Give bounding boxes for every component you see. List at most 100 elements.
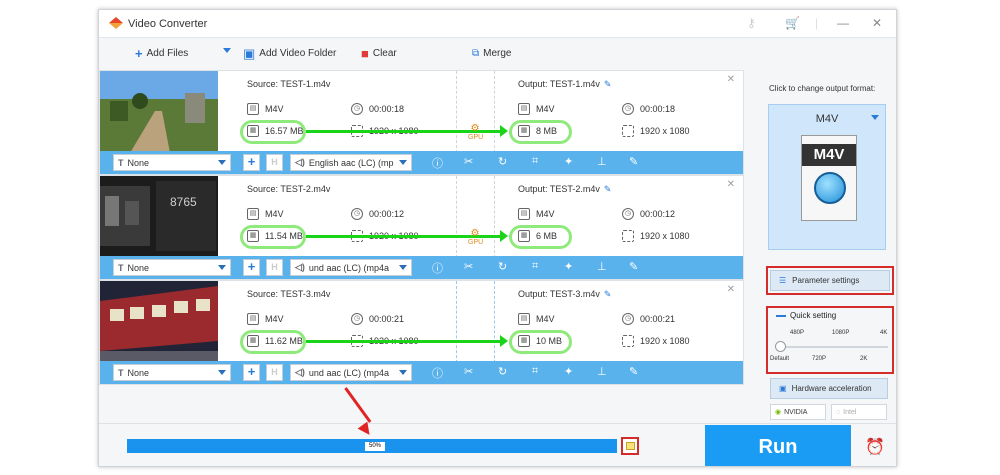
edit-subtitle-icon[interactable]: ✎ (629, 155, 638, 168)
add-files-label: Add Files (146, 48, 189, 59)
scissors-icon[interactable]: ✂ (464, 365, 473, 378)
output-filename[interactable]: Output: TEST-1.m4v ✎ (518, 79, 611, 90)
open-output-folder-button[interactable] (621, 437, 639, 455)
edit-subtitle-icon[interactable]: ✎ (629, 260, 638, 273)
watermark-stamp-icon[interactable]: ⊥ (597, 260, 607, 273)
minimize-icon[interactable]: — (837, 16, 849, 30)
nvidia-option[interactable]: ◉ NVIDIA (770, 404, 826, 420)
effects-wand-icon[interactable]: ✦ (564, 260, 573, 273)
audio-track-select[interactable]: ◁) und aac (LC) (mp4a (290, 364, 412, 381)
subtitle-select[interactable]: T None (113, 364, 231, 381)
output-format-label: Click to change output format: (769, 84, 876, 93)
clear-button[interactable]: ■ Clear (361, 47, 397, 60)
output-filename-text: Output: TEST-3.m4v (518, 289, 600, 299)
key-icon[interactable]: ⚷ (747, 16, 756, 30)
effects-wand-icon[interactable]: ✦ (564, 155, 573, 168)
merge-button[interactable]: ⧉ Merge (472, 48, 512, 59)
audio-track-select[interactable]: ◁) und aac (LC) (mp4a (290, 259, 412, 276)
add-files-dropdown-button[interactable] (223, 48, 231, 53)
file-item[interactable]: ✕ Source: TEST-3.m4v Output: TEST-3.m4v ✎… (99, 280, 744, 385)
text-icon: T (118, 157, 124, 168)
crop-icon[interactable]: ⌗ (532, 260, 538, 273)
crop-icon[interactable]: ⌗ (532, 365, 538, 378)
output-resolution[interactable]: 1920 x 1080 (622, 335, 690, 347)
file-item[interactable]: 8765 ✕ Source: TEST-2.m4v Output: TEST-2… (99, 175, 744, 280)
edit-pencil-icon[interactable]: ✎ (604, 184, 612, 195)
file-item[interactable]: ✕ Source: TEST-1.m4v Output: TEST-1.m4v ✎… (99, 70, 744, 175)
quality-slider-track[interactable] (780, 346, 888, 348)
divider (456, 281, 457, 363)
rotate-icon[interactable]: ↻ (498, 365, 507, 378)
intel-option[interactable]: ◌ Intel (831, 404, 887, 420)
add-subtitle-button[interactable]: + (243, 364, 260, 381)
rotate-icon[interactable]: ↻ (498, 260, 507, 273)
effects-wand-icon[interactable]: ✦ (564, 365, 573, 378)
run-button[interactable]: Run (705, 425, 851, 466)
subtitle-select[interactable]: T None (113, 154, 231, 171)
video-thumbnail[interactable] (100, 71, 218, 153)
audio-track-select[interactable]: ◁) English aac (LC) (mp (290, 154, 412, 171)
add-video-folder-button[interactable]: ▣ Add Video Folder (243, 47, 336, 60)
chevron-down-icon (399, 160, 407, 165)
chevron-down-icon (218, 370, 226, 375)
video-thumbnail[interactable] (100, 281, 218, 363)
file-options-strip: T None + H ◁) und aac (LC) (mp4a ⓘ ✂ ↻ ⌗ ✦… (100, 256, 743, 279)
intel-icon: ◌ (836, 408, 841, 416)
hardsub-button[interactable]: H (266, 154, 283, 171)
edit-pencil-icon[interactable]: ✎ (604, 289, 612, 300)
hardsub-button[interactable]: H (266, 364, 283, 381)
info-icon[interactable]: ⓘ (432, 155, 443, 171)
hardsub-button[interactable]: H (266, 259, 283, 276)
add-files-button[interactable]: + Add Files (135, 47, 189, 60)
edit-subtitle-icon[interactable]: ✎ (629, 365, 638, 378)
audio-track-value: und aac (LC) (mp4a (308, 262, 389, 273)
quick-setting-label: Quick setting (790, 311, 837, 320)
intel-label: Intel (843, 408, 857, 416)
quality-slider-handle[interactable] (775, 341, 786, 352)
subtitle-select[interactable]: T None (113, 259, 231, 276)
output-filename[interactable]: Output: TEST-2.m4v ✎ (518, 184, 611, 195)
text-icon: T (118, 262, 124, 273)
parameter-settings-button[interactable]: ☰ Parameter settings (770, 270, 890, 291)
highlight-oval (509, 120, 572, 144)
output-duration-text: 00:00:21 (640, 314, 676, 324)
remove-file-icon[interactable]: ✕ (727, 284, 735, 295)
format-icon-text: M4V (802, 144, 856, 166)
bottom-bar: 50% Run ⏰ (99, 423, 896, 466)
rotate-icon[interactable]: ↻ (498, 155, 507, 168)
output-resolution-text: 1920 x 1080 (640, 126, 690, 136)
watermark-stamp-icon[interactable]: ⊥ (597, 155, 607, 168)
close-window-icon[interactable]: ✕ (872, 16, 882, 30)
add-subtitle-button[interactable]: + (243, 154, 260, 171)
chevron-down-icon (399, 370, 407, 375)
hardware-acceleration-button[interactable]: ▣ Hardware acceleration (770, 378, 888, 399)
output-filename-text: Output: TEST-2.m4v (518, 184, 600, 194)
info-icon[interactable]: ⓘ (432, 260, 443, 276)
cart-icon[interactable]: 🛒 (785, 16, 800, 30)
clock-icon: ◷ (622, 313, 634, 325)
audio-track-value: English aac (LC) (mp (308, 157, 394, 168)
scissors-icon[interactable]: ✂ (464, 155, 473, 168)
alarm-clock-icon[interactable]: ⏰ (865, 437, 885, 457)
watermark-stamp-icon[interactable]: ⊥ (597, 365, 607, 378)
info-icon[interactable]: ⓘ (432, 365, 443, 381)
remove-file-icon[interactable]: ✕ (727, 179, 735, 190)
output-filename[interactable]: Output: TEST-3.m4v ✎ (518, 289, 611, 300)
edit-pencil-icon[interactable]: ✎ (604, 79, 612, 90)
source-format: ▤ M4V (247, 103, 284, 115)
crop-icon[interactable]: ⌗ (532, 155, 538, 168)
output-format-selector[interactable]: M4V M4V (768, 104, 886, 250)
m4v-file-icon: M4V (801, 135, 857, 221)
sliders-icon: ☰ (779, 276, 787, 285)
chip-icon: ▣ (779, 384, 787, 393)
add-subtitle-button[interactable]: + (243, 259, 260, 276)
remove-file-icon[interactable]: ✕ (727, 74, 735, 85)
output-duration: ◷ 00:00:12 (622, 208, 675, 220)
output-resolution[interactable]: 1920 x 1080 (622, 125, 690, 137)
resolution-icon (622, 230, 634, 242)
video-thumbnail[interactable]: 8765 (100, 176, 218, 258)
divider (494, 71, 495, 153)
output-resolution[interactable]: 1920 x 1080 (622, 230, 690, 242)
scissors-icon[interactable]: ✂ (464, 260, 473, 273)
output-resolution-text: 1920 x 1080 (640, 231, 690, 241)
